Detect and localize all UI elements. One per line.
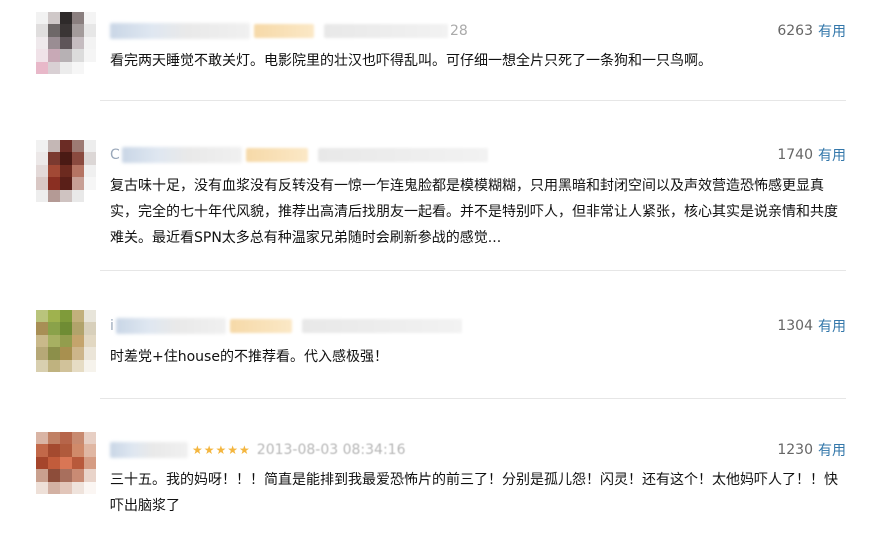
avatar[interactable] <box>36 140 96 202</box>
vote-count: 1740 <box>777 147 813 163</box>
rating-stars <box>245 148 308 162</box>
rating-stars <box>229 319 292 333</box>
avatar[interactable] <box>36 310 96 372</box>
username-initial[interactable]: C <box>110 147 120 163</box>
rating-stars <box>254 24 314 38</box>
useful-button[interactable]: 有用 <box>818 21 846 41</box>
comment-meta: i <box>110 316 462 336</box>
comment-meta: C <box>110 145 488 165</box>
useful-button[interactable]: 有用 <box>818 145 846 165</box>
comment-date <box>324 24 448 38</box>
vote-count: 1304 <box>777 318 813 334</box>
vote-area: 1740 有用 <box>777 145 846 165</box>
username[interactable] <box>121 147 242 163</box>
comment-date <box>317 148 488 162</box>
divider <box>100 270 846 271</box>
vote-area: 6263 有用 <box>777 21 846 41</box>
divider <box>100 398 846 399</box>
username[interactable] <box>115 318 226 334</box>
comment-date-tail: 28 <box>450 23 468 39</box>
comment-date <box>301 319 462 333</box>
avatar[interactable] <box>36 432 96 494</box>
vote-area: 1230 有用 <box>777 440 846 460</box>
comment-meta: 28 <box>110 21 468 41</box>
vote-count: 1230 <box>777 442 813 458</box>
avatar[interactable] <box>36 12 96 74</box>
rating-stars: ★★★★★ <box>192 443 251 457</box>
comment-text: 时差党+住house的不推荐看。代入感极强！ <box>110 349 388 365</box>
comment-text: 复古味十足，没有血浆没有反转没有一惊一乍连鬼脸都是模模糊糊，只用黑暗和封闭空间以… <box>110 178 838 246</box>
comment-text: 三十五。我的妈呀！！！简直是能排到我最爱恐怖片的前三了！分别是孤儿怨！闪灵！还有… <box>110 472 838 514</box>
username[interactable] <box>110 442 188 458</box>
useful-button[interactable]: 有用 <box>818 316 846 336</box>
vote-area: 1304 有用 <box>777 316 846 336</box>
comment-date: 2013-08-03 08:34:16 <box>256 442 406 458</box>
comment-text: 看完两天睡觉不敢关灯。电影院里的壮汉也吓得乱叫。可仔细一想全片只死了一条狗和一只… <box>110 53 712 69</box>
vote-count: 6263 <box>777 23 813 39</box>
comment-meta: ★★★★★ 2013-08-03 08:34:16 <box>110 440 406 460</box>
divider <box>100 100 846 101</box>
username[interactable] <box>110 23 250 39</box>
useful-button[interactable]: 有用 <box>818 440 846 460</box>
username-initial[interactable]: i <box>110 318 114 334</box>
